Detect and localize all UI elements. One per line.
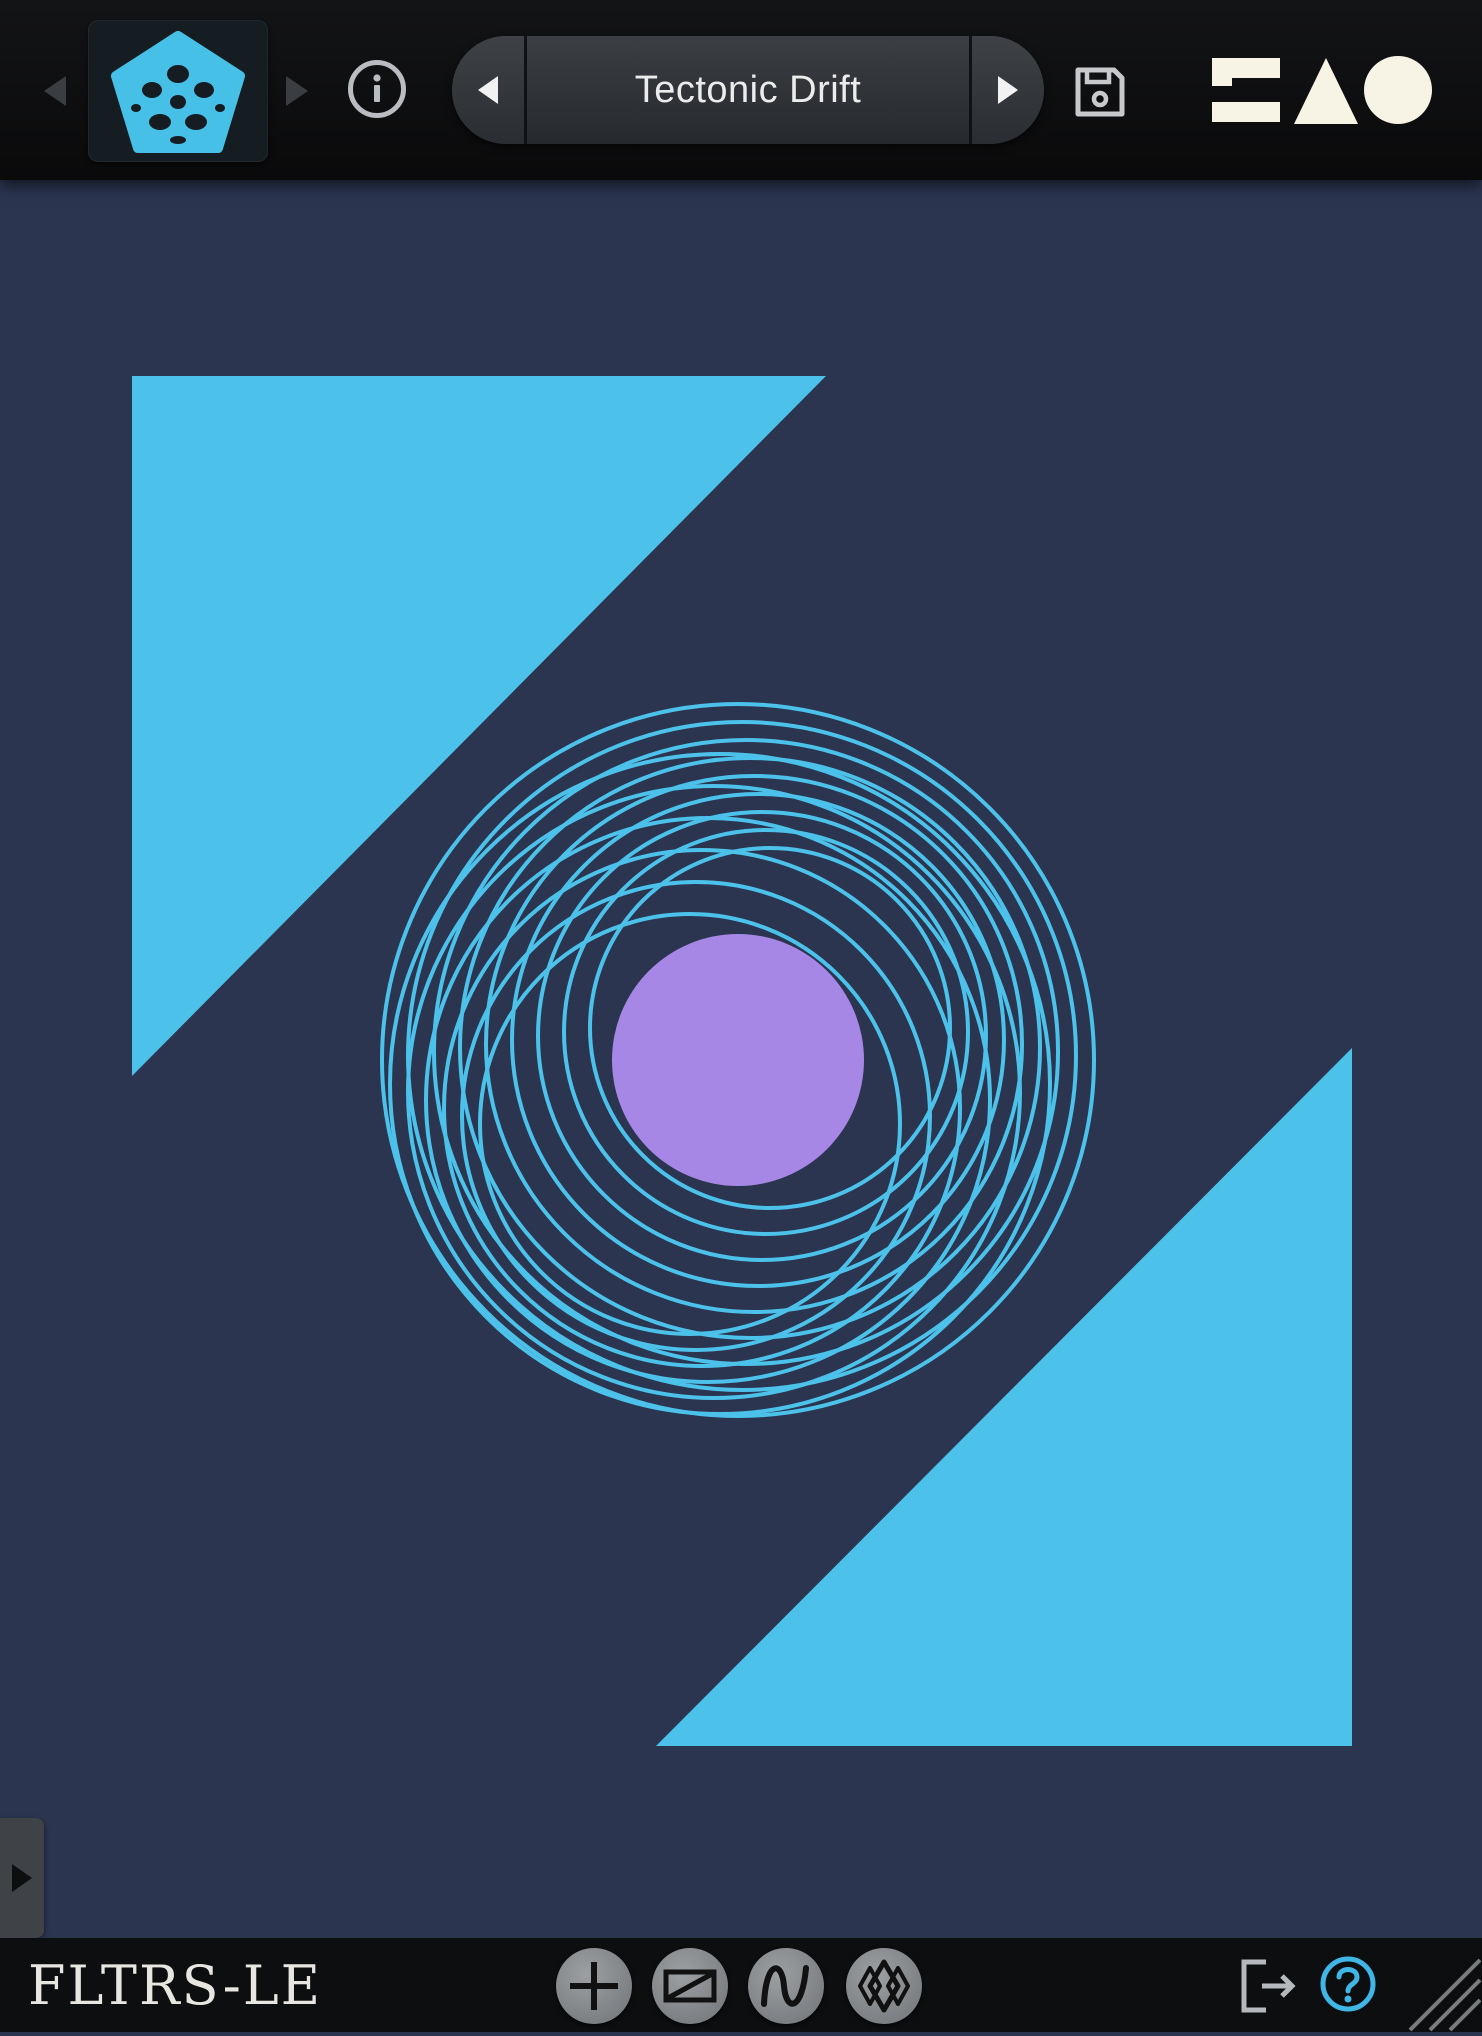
- shapes-logo-icon: [1212, 56, 1432, 124]
- exit-button[interactable]: [1238, 1956, 1300, 2020]
- preset-browser: Tectonic Drift: [452, 36, 1044, 144]
- exit-icon: [1241, 1959, 1296, 2013]
- help-button[interactable]: [1318, 1954, 1378, 2018]
- triangle-left-icon: [478, 76, 498, 104]
- triangle-right-icon: [12, 1864, 32, 1892]
- triangle-right-icon: [286, 76, 308, 106]
- floppy-disk-icon: [1075, 67, 1125, 117]
- morph-button[interactable]: [846, 1948, 922, 2024]
- wave-button[interactable]: [748, 1948, 824, 2024]
- preset-name-display[interactable]: Tectonic Drift: [527, 36, 969, 144]
- side-panel-toggle[interactable]: [0, 1818, 44, 1938]
- pentagon-star-icon: [111, 31, 245, 153]
- center-orb: [612, 934, 864, 1186]
- bottom-toolbar: FLTRS-LE: [0, 1938, 1482, 2032]
- brand-name: FLTRS-LE: [28, 1953, 323, 2017]
- next-algorithm-button[interactable]: [286, 76, 308, 106]
- resize-handle[interactable]: [1408, 1958, 1482, 2036]
- help-icon: [1320, 1956, 1376, 2012]
- filter-button[interactable]: [652, 1948, 728, 2024]
- preset-next-button[interactable]: [969, 36, 1044, 144]
- wave-icon: [761, 1965, 809, 2007]
- filter-shape-icon: [663, 1969, 717, 2003]
- resize-grip-icon: [1408, 1958, 1482, 2032]
- preset-prev-button[interactable]: [452, 36, 527, 144]
- info-button[interactable]: [348, 60, 406, 118]
- triangle-right-icon: [998, 76, 1018, 104]
- triangle-left-icon: [44, 76, 66, 106]
- diamond-chain-icon: [858, 1959, 910, 2013]
- company-logo: [1210, 54, 1436, 134]
- algorithm-selector[interactable]: [88, 20, 268, 162]
- top-toolbar: Tectonic Drift: [0, 0, 1482, 180]
- prev-algorithm-button[interactable]: [44, 76, 66, 106]
- plus-icon: [570, 1962, 618, 2010]
- preset-name: Tectonic Drift: [634, 68, 862, 111]
- visualizer-canvas[interactable]: [0, 180, 1482, 1938]
- add-button[interactable]: [556, 1948, 632, 2024]
- save-preset-button[interactable]: [1072, 64, 1128, 124]
- info-icon: [373, 74, 381, 102]
